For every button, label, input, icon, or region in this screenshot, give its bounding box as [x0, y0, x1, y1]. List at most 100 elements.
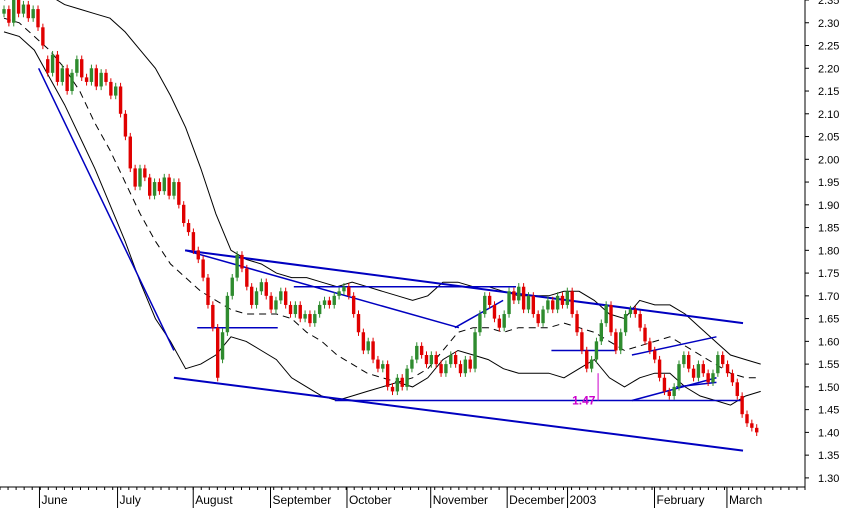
candle-body: [415, 345, 419, 360]
candle-body: [750, 423, 754, 428]
candle-body: [575, 314, 579, 333]
candle-body: [628, 309, 633, 315]
candle: [351, 292, 356, 318]
x-tick-label: August: [195, 493, 233, 507]
price-chart: 1.47 1.30 1.35 1.40 1.45 1.50 1.55 1.60 1.65 1.7…: [0, 0, 861, 508]
candle-body: [701, 364, 705, 374]
candle: [148, 173, 152, 200]
candle-body: [308, 314, 312, 324]
candle-body: [687, 355, 691, 369]
candle-body: [264, 282, 268, 296]
annotation-label: 1.47: [572, 394, 596, 408]
candle: [716, 351, 720, 377]
candle: [249, 283, 254, 309]
candle: [356, 310, 361, 336]
y-tick-label: 2.05: [818, 132, 839, 144]
candle-body: [269, 295, 273, 310]
y-tick-label: 1.65: [818, 314, 839, 326]
candle: [41, 23, 45, 50]
candle-body: [50, 54, 55, 73]
candle-body: [706, 373, 710, 383]
candle: [371, 337, 375, 364]
candle-body: [730, 373, 735, 383]
candle-body: [332, 295, 336, 305]
candle-body: [288, 304, 293, 315]
candle-body: [497, 318, 502, 328]
candle-body: [580, 332, 584, 351]
y-tick-label: 2.25: [818, 41, 839, 53]
candle-body: [114, 86, 118, 96]
candle: [191, 228, 196, 254]
candle-body: [157, 182, 162, 192]
candle: [570, 287, 574, 318]
y-tick-label: 1.45: [818, 405, 839, 417]
candle-body: [337, 291, 341, 296]
candle-body: [65, 68, 69, 92]
candle-body: [536, 314, 540, 324]
candle: [405, 365, 409, 391]
candle-body: [517, 286, 521, 301]
plot-background: [0, 0, 861, 508]
candle-body: [177, 182, 181, 205]
candle-body: [215, 327, 220, 378]
candle: [206, 273, 210, 309]
y-tick-label: 1.50: [818, 382, 839, 394]
candle-body: [225, 295, 230, 333]
candle-body: [143, 168, 147, 178]
candle-body: [109, 81, 113, 96]
candle: [80, 55, 84, 82]
candle-body: [657, 359, 662, 378]
candle: [623, 310, 628, 336]
candle-body: [604, 304, 608, 324]
y-tick-label: 1.40: [818, 427, 839, 439]
candle-body: [483, 295, 487, 315]
candle-body: [463, 359, 468, 374]
candle: [70, 69, 74, 95]
candle-body: [128, 136, 132, 169]
candle: [211, 301, 215, 332]
candle: [167, 173, 171, 200]
y-tick-label: 2.20: [818, 63, 839, 75]
candle-body: [317, 304, 322, 315]
candle-body: [487, 295, 492, 305]
candle-body: [429, 355, 434, 365]
candle: [235, 251, 239, 282]
y-tick-label: 2.35: [818, 0, 839, 7]
candle-body: [274, 300, 278, 310]
candle-body: [599, 323, 604, 342]
candle: [220, 328, 225, 364]
candle-body: [191, 232, 196, 251]
candle: [128, 132, 132, 173]
candle-body: [118, 86, 123, 114]
candle-body: [419, 345, 424, 356]
candle-body: [735, 382, 739, 396]
candle: [677, 360, 681, 391]
candle-body: [2, 9, 6, 14]
candle-body: [293, 304, 298, 315]
candle-body: [259, 282, 264, 292]
candle-body: [691, 368, 696, 378]
x-tick-label: November: [433, 493, 488, 507]
candle-body: [196, 250, 200, 260]
candle-body: [648, 341, 652, 351]
candle-body: [313, 314, 317, 324]
candle-body: [541, 309, 545, 324]
candle-body: [614, 332, 618, 351]
candle-body: [565, 291, 570, 305]
candle-body: [555, 295, 560, 310]
candle: [531, 292, 536, 318]
candle-body: [385, 364, 390, 387]
candle: [604, 301, 608, 327]
candle-body: [560, 295, 565, 305]
candle-body: [230, 277, 234, 296]
candle-body: [99, 72, 103, 87]
candle-body: [682, 355, 686, 365]
y-tick-label: 1.90: [818, 200, 839, 212]
candle: [619, 328, 623, 355]
candle: [225, 292, 230, 336]
candle-body: [172, 182, 176, 196]
candle: [50, 50, 55, 77]
candle-body: [410, 359, 414, 369]
candle-body: [21, 4, 26, 14]
candle-body: [376, 359, 380, 369]
